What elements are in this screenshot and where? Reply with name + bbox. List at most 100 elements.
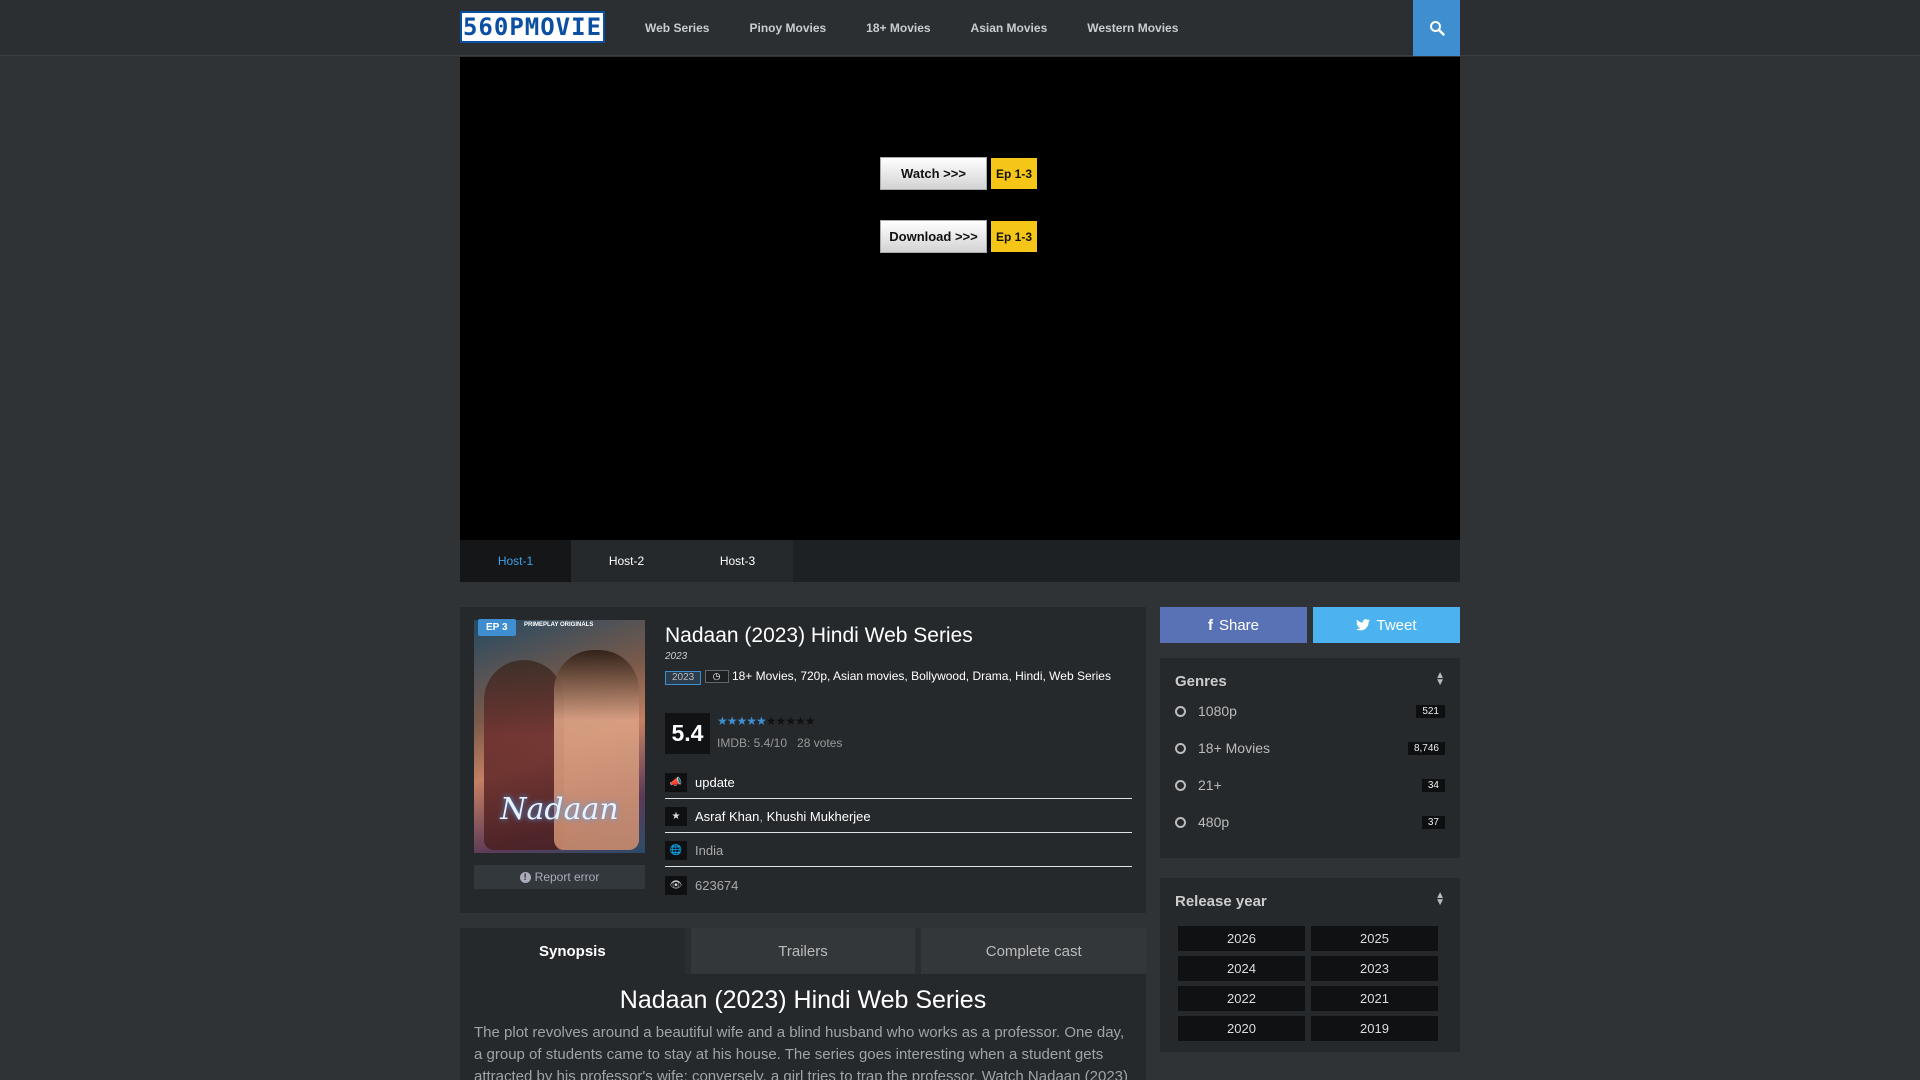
search-button[interactable] (1413, 0, 1460, 56)
tag-link[interactable]: Hindi (1015, 669, 1042, 683)
tag-link[interactable]: 720p (800, 669, 827, 683)
genre-item[interactable]: 18+ Movies 8,746 (1175, 738, 1445, 758)
genre-item[interactable]: 480p 37 (1175, 812, 1445, 832)
tag-link[interactable]: Web Series (1049, 669, 1111, 683)
eye-icon: 👁 (665, 875, 687, 895)
genre-item[interactable]: 1080p 521 (1175, 701, 1445, 721)
report-error-label: Report error (534, 870, 600, 884)
radio-icon (1175, 779, 1186, 791)
imdb-score: IMDB: 5.4/10 (717, 736, 788, 750)
star-icon: ★ (665, 807, 687, 826)
genres-heading: Genres (1175, 673, 1227, 690)
share-button[interactable]: f Share (1160, 607, 1307, 643)
tag-link[interactable]: Bollywood (911, 669, 966, 683)
year-button[interactable]: 2025 (1311, 926, 1438, 951)
views-count: 623674 (695, 877, 739, 893)
tweet-button[interactable]: Tweet (1313, 607, 1460, 643)
host-tab-1[interactable]: Host-1 (460, 540, 571, 582)
facebook-icon: f (1207, 616, 1213, 634)
genre-name: 1080p (1198, 703, 1237, 719)
star-filled-icons: ★★★★★ (717, 714, 767, 728)
sort-icon[interactable]: ▲ ▼ (1435, 891, 1445, 908)
nav-western-movies[interactable]: Western Movies (1067, 0, 1198, 56)
year-button[interactable]: 2019 (1311, 1016, 1438, 1041)
year-button[interactable]: 2020 (1178, 1016, 1305, 1041)
status-row: 📣 update (665, 767, 1132, 799)
megaphone-icon: 📣 (665, 773, 687, 792)
movie-info-panel: PRIMEPLAY ORIGINALS Nadaan EP 3 ! Report… (460, 607, 1146, 913)
genres-panel: Genres ▲ ▼ 1080p 521 18+ Movies 8,746 21+… (1160, 658, 1460, 858)
genre-name: 480p (1198, 814, 1230, 830)
tweet-label: Tweet (1376, 616, 1417, 634)
poster-title: Nadaan (500, 792, 619, 827)
download-episode-badge[interactable]: Ep 1-3 (991, 221, 1038, 252)
imdb-votes: 28 votes (797, 736, 843, 750)
report-error-button[interactable]: ! Report error (474, 865, 645, 889)
exclamation-icon: ! (519, 871, 531, 883)
year-button[interactable]: 2021 (1311, 986, 1438, 1011)
episode-badge: EP 3 (478, 619, 516, 636)
genre-item[interactable]: 21+ 34 (1175, 775, 1445, 795)
cast-link[interactable]: Asraf Khan (695, 809, 759, 824)
rating-score: 5.4 (665, 713, 710, 754)
year-button[interactable]: 2026 (1178, 926, 1305, 951)
tag-link[interactable]: Asian movies (833, 669, 904, 683)
download-button[interactable]: Download >>> (880, 220, 987, 253)
tag-link[interactable]: Drama (972, 669, 1008, 683)
genre-count: 37 (1421, 815, 1445, 829)
radio-icon (1175, 742, 1186, 754)
views-row: 👁 623674 (665, 869, 1132, 901)
watch-episode-badge[interactable]: Ep 1-3 (991, 158, 1038, 189)
rating-stars[interactable]: ★★★★★★★★★★ (717, 714, 816, 728)
movie-year: 2023 (665, 651, 688, 662)
watch-button[interactable]: Watch >>> (880, 157, 987, 190)
poster-brand: PRIMEPLAY ORIGINALS (524, 622, 594, 628)
twitter-icon (1356, 619, 1371, 631)
country-text[interactable]: India (695, 843, 723, 858)
watch-row: Watch >>> Ep 1-3 (880, 157, 1038, 190)
release-year-panel: Release year ▲ ▼ 2026 2025 2024 2023 2022… (1160, 878, 1460, 1052)
tab-synopsis[interactable]: Synopsis (460, 928, 685, 974)
year-button[interactable]: 2023 (1311, 956, 1438, 981)
tab-complete-cast[interactable]: Complete cast (921, 928, 1147, 974)
logo-text: 560PMOVIE (462, 13, 603, 41)
year-button[interactable]: 2022 (1178, 986, 1305, 1011)
cast-link[interactable]: Khushi Mukherjee (767, 809, 871, 824)
cast-row: ★ Asraf Khan, Khushi Mukherjee (665, 801, 1132, 833)
radio-icon (1175, 705, 1186, 717)
download-row: Download >>> Ep 1-3 (880, 220, 1038, 253)
genre-count: 521 (1416, 704, 1445, 718)
genre-name: 18+ Movies (1198, 740, 1270, 756)
content-tabs: Synopsis Trailers Complete cast (460, 928, 1147, 974)
synopsis-title: Nadaan (2023) Hindi Web Series (619, 986, 987, 1014)
synopsis-text: The plot revolves around a beautiful wif… (474, 1024, 1128, 1080)
year-tag[interactable]: 2023 (665, 671, 702, 685)
video-player[interactable] (460, 57, 1460, 540)
movie-title: Nadaan (2023) Hindi Web Series (665, 624, 973, 647)
genre-count: 8,746 (1407, 741, 1445, 755)
host-tabs: Host-1 Host-2 Host-3 (460, 540, 1460, 582)
site-logo[interactable]: 560PMOVIE (460, 11, 605, 43)
tab-trailers[interactable]: Trailers (690, 928, 916, 974)
sort-icon[interactable]: ▲ ▼ (1435, 671, 1445, 688)
host-tab-3[interactable]: Host-3 (682, 540, 793, 582)
main-nav: Web Series Pinoy Movies 18+ Movies Asian… (625, 0, 1198, 56)
genre-name: 21+ (1198, 777, 1222, 793)
country-row: 🌐 India (665, 835, 1132, 867)
globe-icon: 🌐 (665, 841, 687, 860)
status-text: update (695, 775, 735, 790)
year-button[interactable]: 2024 (1178, 956, 1305, 981)
host-tab-2[interactable]: Host-2 (571, 540, 682, 582)
nav-pinoy-movies[interactable]: Pinoy Movies (729, 0, 846, 56)
star-empty-icons: ★★★★★ (765, 714, 816, 728)
synopsis-panel: Nadaan (2023) Hindi Web Series The plot … (460, 974, 1146, 1080)
movie-tags: 2023 ◷ 18+ Movies, 720p, Asian movies, B… (665, 670, 1125, 685)
nav-18-movies[interactable]: 18+ Movies (846, 0, 950, 56)
nav-web-series[interactable]: Web Series (625, 0, 729, 56)
genre-count: 34 (1421, 778, 1445, 792)
movie-poster[interactable]: PRIMEPLAY ORIGINALS Nadaan (474, 620, 645, 853)
tag-link[interactable]: 18+ Movies (732, 669, 794, 683)
radio-icon (1175, 816, 1186, 828)
top-navbar: 560PMOVIE Web Series Pinoy Movies 18+ Mo… (0, 0, 1920, 56)
nav-asian-movies[interactable]: Asian Movies (951, 0, 1068, 56)
